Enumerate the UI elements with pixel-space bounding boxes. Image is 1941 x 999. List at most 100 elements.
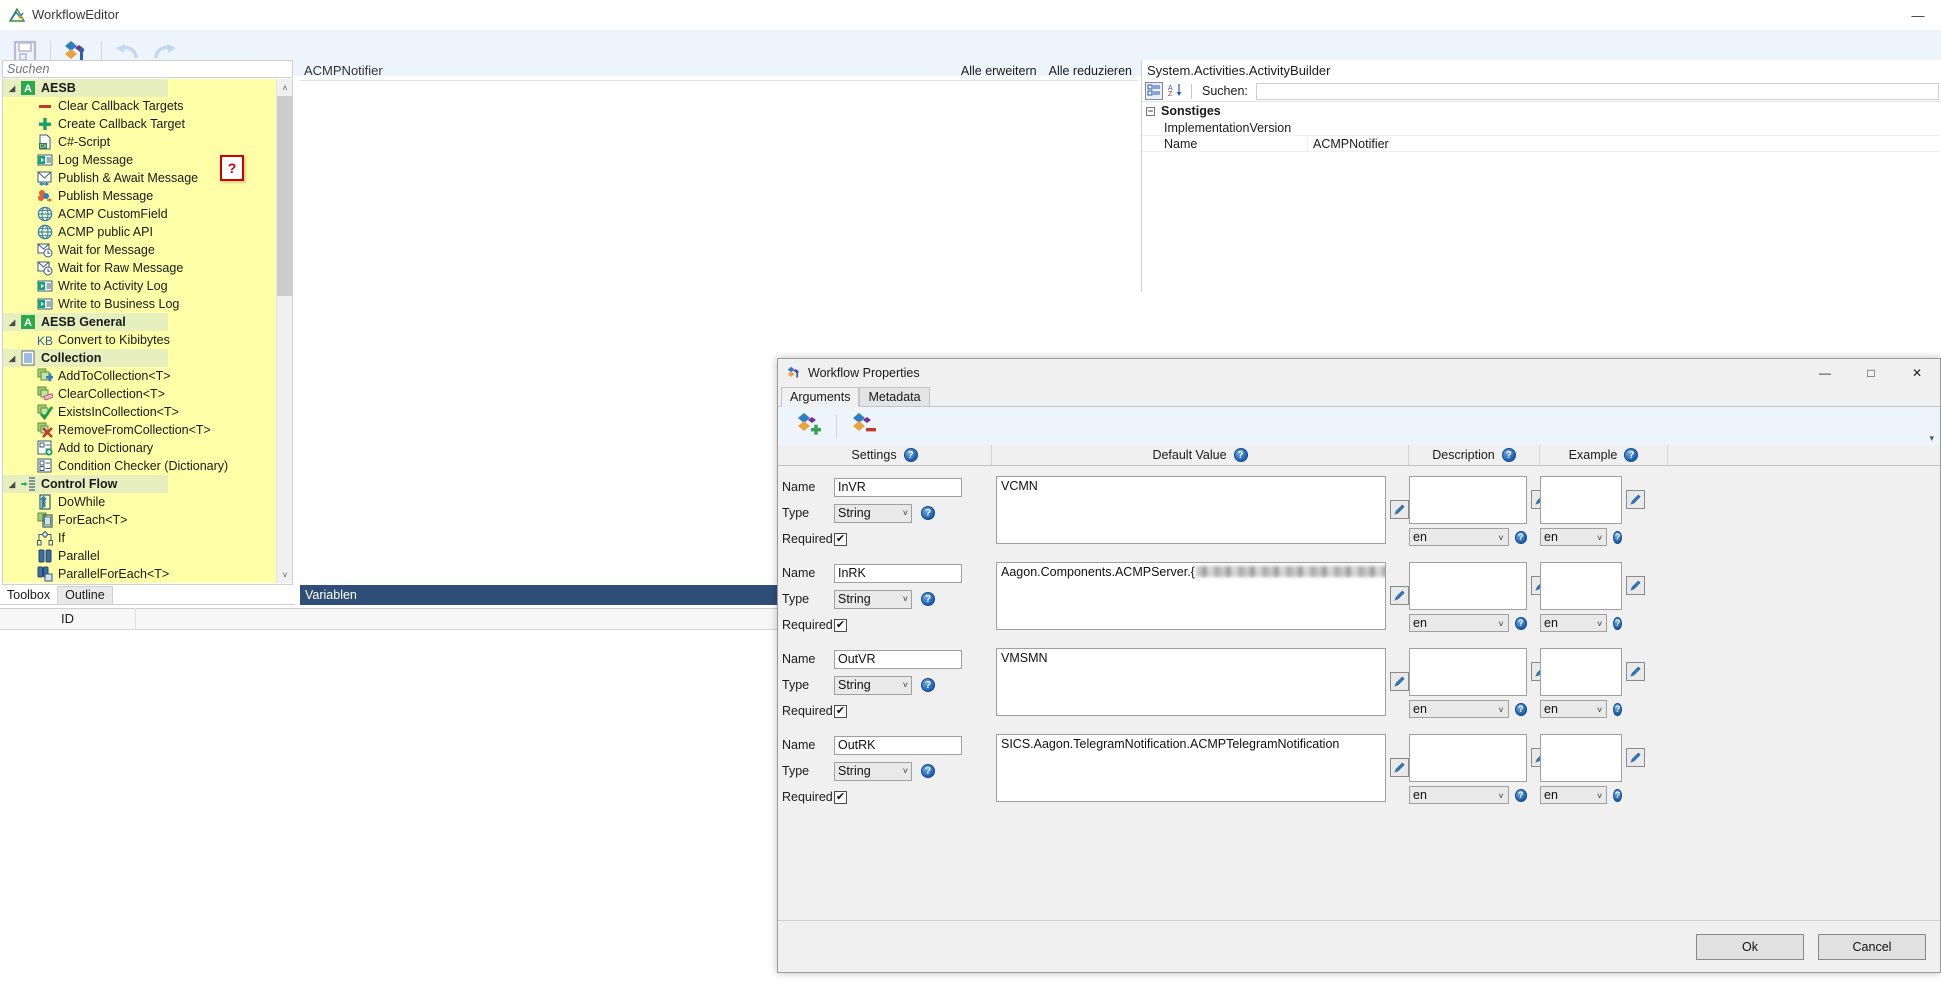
argument-type-select[interactable]: String ˅ [834,503,912,523]
description-help-icon[interactable]: ? [1514,788,1527,802]
argument-type-select[interactable]: String ˅ [834,589,912,609]
scrollbar-thumb[interactable] [277,96,292,296]
remove-argument-button[interactable] [847,410,881,442]
example-help-icon[interactable]: ? [1613,616,1622,630]
toolbox-item[interactable]: C# C#-Script [3,133,277,151]
argument-example-input[interactable] [1540,562,1622,610]
example-edit-pencil-icon[interactable] [1626,662,1645,681]
properties-search-input[interactable] [1255,82,1939,100]
example-edit-pencil-icon[interactable] [1626,748,1645,767]
dialog-close-button[interactable]: ✕ [1894,359,1940,387]
argument-description-input[interactable] [1409,562,1527,610]
example-help-icon[interactable]: ? [1613,530,1622,544]
expander-icon[interactable]: ◢ [9,480,20,489]
toolbox-group-control-flow[interactable]: ◢ Control Flow [3,475,277,493]
toolbox-item[interactable]: KB Convert to Kibibytes [3,331,277,349]
example-help-icon[interactable]: ? [1613,788,1622,802]
toolbox-item[interactable]: AddToCollection<T> [3,367,277,385]
error-badge[interactable]: ? [220,155,244,181]
tab-arguments[interactable]: Arguments [781,387,860,407]
toolbox-search-input[interactable] [2,60,293,78]
example-edit-pencil-icon[interactable] [1626,490,1645,509]
argument-name-input[interactable] [834,477,962,497]
toolbox-item[interactable]: Create Callback Target [3,115,277,133]
description-language-select[interactable]: en ˅ [1409,528,1509,546]
settings-help-icon[interactable]: ? [903,448,918,462]
chevron-down-icon[interactable]: ˅ [903,508,908,518]
expander-icon[interactable]: ◢ [9,318,20,327]
argument-type-help-icon[interactable]: ? [921,592,935,606]
argument-type-help-icon[interactable]: ? [921,506,935,520]
argument-type-help-icon[interactable]: ? [921,764,935,778]
argument-default-value-input[interactable]: SICS.Aagon.TelegramNotification.ACMPTele… [996,734,1386,802]
argument-type-select[interactable]: String ˅ [834,761,912,781]
chevron-down-icon[interactable]: ˅ [903,594,908,604]
example-edit-pencil-icon[interactable] [1626,576,1645,595]
argument-example-input[interactable] [1540,734,1622,782]
categorized-view-button[interactable] [1145,82,1163,100]
toolbox-item[interactable]: If [3,529,277,547]
default-value-help-icon[interactable]: ? [1233,448,1248,462]
default-value-edit-pencil-icon[interactable] [1390,758,1409,777]
chevron-down-icon[interactable]: ˅ [903,680,908,690]
argument-default-value-input[interactable]: VMSMN [996,648,1386,716]
description-help-icon[interactable]: ? [1514,702,1527,716]
collapse-icon[interactable]: − [1146,106,1155,116]
toolbox-group-aesb-general[interactable]: ◢ A AESB General [3,313,277,331]
argument-type-select[interactable]: String ˅ [834,675,912,695]
argument-name-input[interactable] [834,735,962,755]
toolbox-item[interactable]: Clear Callback Targets [3,97,277,115]
argument-required-checkbox[interactable]: ✔ [834,790,847,804]
argument-name-input[interactable] [834,563,962,583]
tab-metadata[interactable]: Metadata [859,387,930,407]
toolbox-item[interactable]: Add to Dictionary [3,439,277,457]
description-language-select[interactable]: en ˅ [1409,700,1509,718]
toolbox-item[interactable]: RemoveFromCollection<T> [3,421,277,439]
description-language-select[interactable]: en ˅ [1409,614,1509,632]
description-language-select[interactable]: en ˅ [1409,786,1509,804]
expander-icon[interactable]: ◢ [9,84,20,93]
toolbox-item[interactable]: ForEach<T> [3,511,277,529]
column-header-id[interactable]: ID [0,608,136,630]
tab-toolbox[interactable]: Toolbox [0,587,57,604]
argument-required-checkbox[interactable]: ✔ [834,704,847,718]
cancel-button[interactable]: Cancel [1818,933,1926,960]
example-help-icon[interactable]: ? [1624,448,1639,462]
argument-type-help-icon[interactable]: ? [921,678,935,692]
argument-description-input[interactable] [1409,734,1527,782]
toolbox-item[interactable]: Write to Business Log [3,295,277,313]
default-value-edit-pencil-icon[interactable] [1390,672,1409,691]
toolbox-item[interactable]: Write to Activity Log [3,277,277,295]
add-argument-button[interactable] [792,410,826,442]
toolbox-item[interactable]: DoWhile [3,493,277,511]
dialog-minimize-button[interactable]: — [1802,359,1848,387]
expander-icon[interactable]: ◢ [9,354,20,363]
scroll-down-icon[interactable]: ˅ [277,566,292,583]
example-language-select[interactable]: en ˅ [1540,700,1608,718]
argument-required-checkbox[interactable]: ✔ [834,532,847,546]
description-help-icon[interactable]: ? [1501,448,1516,462]
toolbox-item[interactable]: Wait for Message [3,241,277,259]
example-language-select[interactable]: en ˅ [1540,786,1608,804]
sort-alphabetical-button[interactable]: A Z [1167,82,1185,100]
chevron-down-icon[interactable]: ˅ [1597,705,1602,715]
toolbox-scrollbar[interactable]: ˄ ˅ [276,79,292,583]
default-value-edit-pencil-icon[interactable] [1390,500,1409,519]
chevron-down-icon[interactable]: ˅ [1498,705,1503,715]
argument-default-value-input[interactable]: Aagon.Components.ACMPServer.{)}.Events.* [996,562,1386,630]
default-value-edit-pencil-icon[interactable] [1390,586,1409,605]
toolbox-item[interactable]: ExistsInCollection<T> [3,403,277,421]
chevron-down-icon[interactable]: ˅ [1597,619,1602,629]
toolbox-item[interactable]: ClearCollection<T> [3,385,277,403]
description-help-icon[interactable]: ? [1514,616,1527,630]
chevron-down-icon[interactable]: ˅ [1597,791,1602,801]
property-row[interactable]: ImplementationVersion [1142,120,1941,136]
scroll-up-icon[interactable]: ˄ [277,79,292,96]
toolbox-item[interactable]: ParallelForEach<T> [3,565,277,583]
toolbox-group-aesb[interactable]: ◢ A AESB [3,79,277,97]
toolbox-item[interactable]: ACMP public API [3,223,277,241]
toolbox-item[interactable]: Parallel [3,547,277,565]
properties-category-sonstiges[interactable]: − Sonstiges [1142,102,1941,120]
property-value[interactable]: ACMPNotifier [1307,136,1941,151]
tab-outline[interactable]: Outline [57,586,113,604]
